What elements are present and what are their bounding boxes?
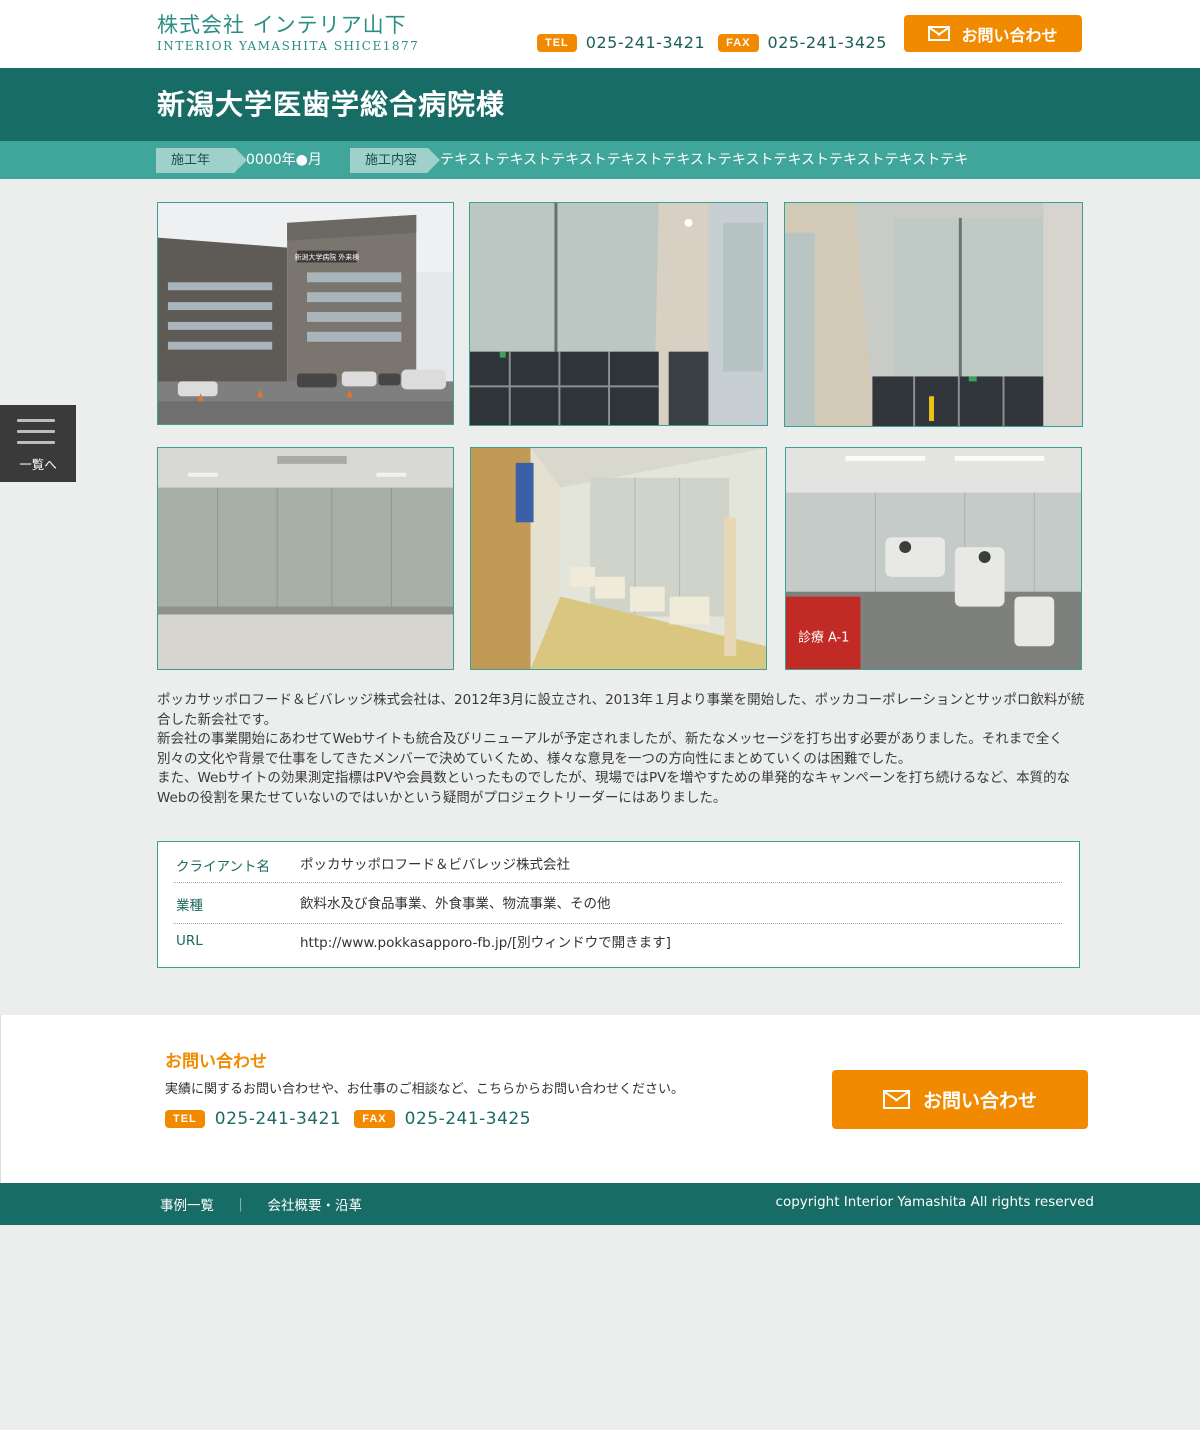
info-value: 飲料水及び食品事業、外食事業、物流事業、その他	[300, 896, 611, 912]
client-url-link[interactable]: http://www.pokkasapporo-fb.jp/[別ウィンドウで開き…	[300, 931, 671, 951]
footer-link-company[interactable]: 会社概要・沿革	[268, 1194, 363, 1214]
header-contact-numbers: TEL 025-241-3421 FAX 025-241-3425	[537, 33, 887, 52]
site-header: 株式会社 インテリア山下 INTERIOR YAMASHITA SHICE187…	[0, 0, 1200, 68]
lobby-roller-blinds-photo[interactable]	[469, 202, 768, 426]
meta-band: 施工年 0000年●月 施工内容 テキストテキストテキストテキストテキストテキス…	[0, 141, 1200, 179]
copyright: copyright Interior Yamashita All rights …	[775, 1194, 1094, 1210]
info-value: ポッカサッポロフード＆ビバレッジ株式会社	[300, 857, 570, 873]
info-row-client: クライアント名 ポッカサッポロフード＆ビバレッジ株式会社	[173, 855, 1062, 879]
footer-nav: 事例一覧 ｜ 会社概要・沿革	[160, 1194, 362, 1214]
back-to-list-label: 一覧へ	[19, 457, 57, 472]
project-info-table: クライアント名 ポッカサッポロフード＆ビバレッジ株式会社 業種 飲料水及び食品事…	[157, 841, 1080, 968]
fax-badge: FAX	[718, 33, 759, 52]
tel-number[interactable]: 025-241-3421	[215, 1109, 341, 1129]
contact-text: 実績に関するお問い合わせや、お仕事のご相談など、こちらからお問い合わせください。	[165, 1082, 684, 1097]
tel-badge: TEL	[537, 33, 577, 52]
work-label: 施工内容	[350, 148, 440, 173]
clinic-sign: 診療 A-1	[798, 629, 849, 645]
contact-section: お問い合わせ 実績に関するお問い合わせや、お仕事のご相談など、こちらからお問い合…	[0, 1015, 1200, 1183]
tel-badge: TEL	[165, 1110, 205, 1128]
corridor-blinds-photo[interactable]	[470, 447, 767, 670]
mail-icon	[928, 26, 951, 41]
mail-icon	[882, 1090, 910, 1109]
header-contact-button[interactable]: お問い合わせ	[904, 15, 1082, 52]
info-row-url: URL http://www.pokkasapporo-fb.jp/[別ウィンド…	[173, 933, 1062, 957]
year-value: 0000年●月	[246, 152, 322, 168]
fax-number: 025-241-3425	[767, 33, 887, 52]
header-contact-button-label: お問い合わせ	[961, 25, 1058, 45]
contact-button[interactable]: お問い合わせ	[832, 1070, 1088, 1129]
logo-japanese: 株式会社 インテリア山下	[157, 13, 407, 37]
description-paragraph: また、Webサイトの効果測定指標はPVや会員数といったものでしたが、現場ではPV…	[157, 770, 1071, 806]
contact-button-label: お問い合わせ	[922, 1090, 1037, 1112]
menu-icon	[17, 419, 55, 445]
contact-numbers: TEL 025-241-3421 FAX 025-241-3425	[165, 1109, 531, 1129]
tel-number[interactable]: 025-241-3421	[586, 33, 705, 52]
title-band: 新潟大学医歯学総合病院様	[0, 68, 1200, 141]
info-key: クライアント名	[176, 859, 270, 875]
fax-badge: FAX	[354, 1110, 395, 1128]
site-logo[interactable]: 株式会社 インテリア山下 INTERIOR YAMASHITA SHICE187…	[157, 12, 419, 54]
page-title: 新潟大学医歯学総合病院様	[157, 88, 506, 121]
back-to-list-tab[interactable]: 一覧へ	[0, 405, 76, 482]
atrium-roller-blinds-photo[interactable]	[784, 202, 1083, 427]
room-window-blinds-photo[interactable]	[157, 447, 454, 670]
row-divider	[173, 882, 1062, 883]
logo-english: INTERIOR YAMASHITA SHICE1877	[157, 39, 420, 53]
dental-clinic-blinds-photo[interactable]: 診療 A-1	[785, 447, 1082, 670]
hospital-exterior-photo[interactable]: 新潟大学病院 外来棟	[157, 202, 454, 425]
project-description: ポッカサッポロフード＆ビバレッジ株式会社は、2012年3月に設立され、2013年…	[157, 691, 1085, 809]
work-value: テキストテキストテキストテキストテキストテキストテキストテキストテキストテキ	[440, 152, 969, 168]
year-label: 施工年	[156, 148, 247, 173]
info-row-industry: 業種 飲料水及び食品事業、外食事業、物流事業、その他	[173, 894, 1062, 918]
description-paragraph: 新会社の事業開始にあわせてWebサイトも統合及びリニューアルが予定されましたが、…	[157, 731, 1063, 767]
footer-separator: ｜	[234, 1198, 248, 1214]
fax-number: 025-241-3425	[404, 1109, 532, 1129]
info-key: 業種	[176, 898, 203, 914]
description-paragraph: ポッカサッポロフード＆ビバレッジ株式会社は、2012年3月に設立され、2013年…	[157, 692, 1085, 728]
site-footer: 事例一覧 ｜ 会社概要・沿革 copyright Interior Yamash…	[0, 1183, 1200, 1225]
building-sign: 新潟大学病院 外来棟	[294, 252, 359, 261]
contact-title: お問い合わせ	[165, 1052, 267, 1072]
footer-link-case-list[interactable]: 事例一覧	[160, 1194, 214, 1214]
info-key: URL	[176, 933, 203, 949]
row-divider	[173, 923, 1062, 924]
